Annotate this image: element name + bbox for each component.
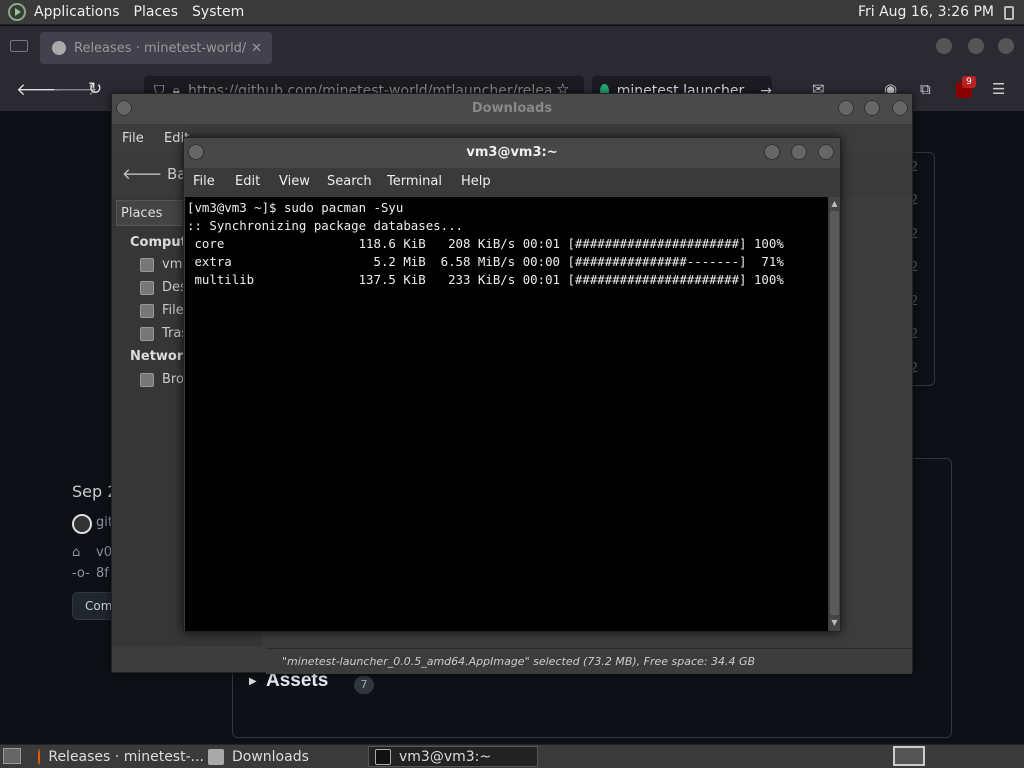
- menu-edit[interactable]: Edit: [235, 174, 260, 189]
- home-folder-icon: [140, 257, 154, 272]
- github-icon: [52, 41, 66, 55]
- folder-icon: [208, 748, 224, 765]
- assets-caret-icon[interactable]: ▶: [249, 676, 257, 687]
- downloads-title: Downloads: [471, 101, 553, 116]
- status-bar: "minetest-launcher_0.0.5_amd64.AppImage"…: [266, 648, 912, 674]
- terminal-line: multilib 137.5 KiB 233 KiB/s 00:01 [####…: [187, 272, 784, 287]
- terminal-line: [vm3@vm3 ~]$ sudo pacman -Syu: [187, 200, 404, 215]
- terminal-scrollbar[interactable]: ▲ ▼: [829, 197, 840, 631]
- assets-count-badge: 7: [354, 676, 374, 694]
- tag-icon: ⌂: [72, 545, 81, 560]
- reload-icon[interactable]: ↻: [88, 79, 102, 99]
- close-button[interactable]: [892, 100, 908, 116]
- terminal-window: vm3@vm3:~ File Edit View Search Terminal…: [183, 137, 841, 632]
- system-menu[interactable]: System: [192, 4, 244, 20]
- terminal-icon: [375, 748, 391, 765]
- terminal-title: vm3@vm3:~: [466, 145, 558, 160]
- release-commit[interactable]: 8f: [96, 566, 109, 581]
- minimize-button[interactable]: [764, 144, 780, 160]
- back-icon: 🡐: [122, 165, 167, 183]
- notification-icon[interactable]: [1004, 6, 1014, 20]
- tab-title: Releases · minetest-world/: [74, 40, 247, 56]
- terminal-line: core 118.6 KiB 208 KiB/s 00:01 [########…: [187, 236, 784, 251]
- task-label: Releases · minetest-...: [48, 748, 204, 765]
- menu-file[interactable]: File: [122, 131, 144, 146]
- terminal-output[interactable]: [vm3@vm3 ~]$ sudo pacman -Syu:: Synchron…: [185, 197, 828, 631]
- menu-file[interactable]: File: [193, 174, 215, 189]
- hamburger-menu-icon[interactable]: ☰: [992, 80, 1005, 98]
- maximize-button[interactable]: [968, 38, 984, 54]
- extensions-icon[interactable]: ⧉: [920, 80, 931, 98]
- show-desktop-icon[interactable]: [3, 748, 21, 764]
- menu-search[interactable]: Search: [327, 174, 372, 189]
- release-tag[interactable]: v0: [96, 545, 112, 560]
- minimize-button[interactable]: [936, 38, 952, 54]
- ublock-badge: 9: [962, 76, 976, 88]
- terminal-line: :: Synchronizing package databases...: [187, 218, 464, 233]
- menu-view[interactable]: View: [279, 174, 310, 189]
- clock[interactable]: Fri Aug 16, 3:26 PM: [858, 4, 994, 20]
- close-window-button[interactable]: [998, 38, 1014, 54]
- workspace-switcher[interactable]: [893, 746, 925, 766]
- task-downloads[interactable]: Downloads: [202, 746, 368, 767]
- maximize-button[interactable]: [791, 144, 807, 160]
- menu-terminal[interactable]: Terminal: [387, 174, 442, 189]
- task-firefox[interactable]: Releases · minetest-...: [32, 746, 204, 767]
- menu-help[interactable]: Help: [461, 174, 491, 189]
- trash-icon: [140, 326, 154, 341]
- terminal-line: extra 5.2 MiB 6.58 MiB/s 00:00 [########…: [187, 254, 784, 269]
- task-terminal[interactable]: vm3@vm3:~: [368, 746, 538, 767]
- close-button[interactable]: [818, 144, 834, 160]
- maximize-button[interactable]: [864, 100, 880, 116]
- scrollbar-thumb[interactable]: [830, 211, 839, 615]
- top-panel: Applications Places System Fri Aug 16, 3…: [0, 0, 1024, 25]
- commit-icon: -o-: [72, 566, 90, 581]
- minimize-button[interactable]: [838, 100, 854, 116]
- distro-logo-icon[interactable]: [8, 3, 26, 21]
- applications-menu[interactable]: Applications: [34, 4, 120, 20]
- firefox-icon: [38, 748, 41, 765]
- scroll-down-icon[interactable]: ▼: [830, 618, 839, 628]
- browser-tab-releases[interactable]: Releases · minetest-world/ ✕: [40, 32, 272, 64]
- places-menu[interactable]: Places: [134, 4, 179, 20]
- scroll-up-icon[interactable]: ▲: [830, 199, 839, 209]
- tab-list-icon[interactable]: [10, 40, 28, 52]
- network-icon: [140, 372, 154, 387]
- drive-icon: [140, 303, 154, 318]
- close-tab-icon[interactable]: ✕: [251, 41, 262, 56]
- task-label: vm3@vm3:~: [399, 748, 492, 765]
- github-avatar-icon[interactable]: [72, 514, 92, 534]
- desktop-icon: [140, 280, 154, 295]
- task-label: Downloads: [232, 748, 309, 765]
